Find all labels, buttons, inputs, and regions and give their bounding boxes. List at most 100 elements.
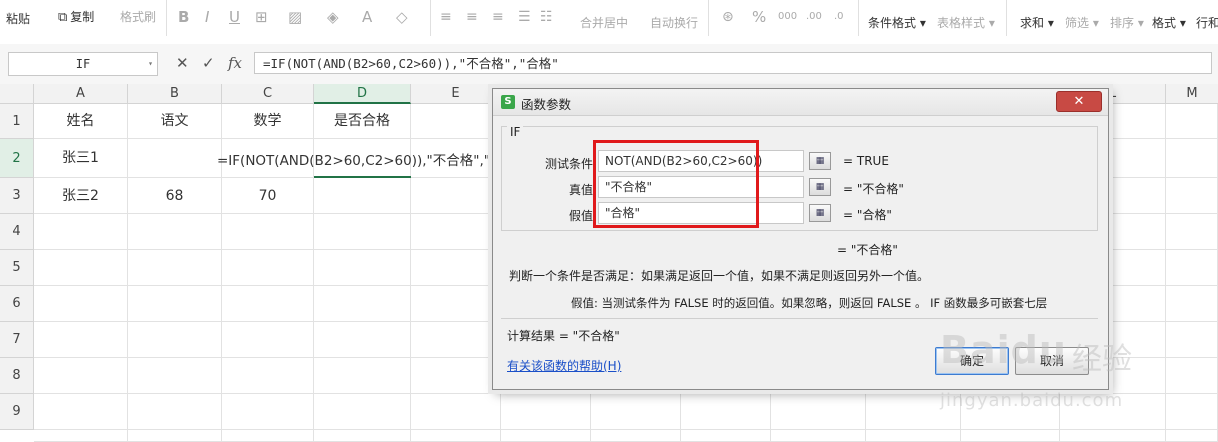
grid-cell[interactable]: [591, 394, 681, 430]
font-color-icon[interactable]: ◈: [327, 6, 339, 28]
grid-cell[interactable]: [222, 250, 314, 286]
grid-cell[interactable]: [314, 214, 411, 250]
grid-cell[interactable]: [314, 430, 411, 442]
text-color-icon[interactable]: A: [362, 6, 372, 28]
percent-button[interactable]: %: [752, 6, 766, 28]
merge-center-button[interactable]: 合并居中: [580, 12, 628, 34]
justify-icon[interactable]: ☰: [518, 6, 531, 28]
cell-c1[interactable]: 数学: [222, 104, 314, 139]
cell-b1[interactable]: 语文: [128, 104, 222, 139]
filter-button[interactable]: 筛选 ▾: [1065, 12, 1099, 34]
column-header-e[interactable]: E: [411, 84, 501, 104]
help-link[interactable]: 有关该函数的帮助(H): [507, 357, 621, 374]
name-box[interactable]: IF ▾: [8, 52, 158, 76]
grid-cell[interactable]: [128, 139, 222, 178]
grid-cell[interactable]: [1166, 214, 1218, 250]
sort-button[interactable]: 排序 ▾: [1110, 12, 1144, 34]
grid-cell[interactable]: [314, 394, 411, 430]
grid-cell[interactable]: [591, 430, 681, 442]
chevron-down-icon[interactable]: ▾: [148, 53, 153, 75]
grid-cell[interactable]: [411, 394, 501, 430]
decrease-decimal-icon[interactable]: .0: [834, 6, 844, 28]
fill-color-icon[interactable]: ▨: [288, 6, 302, 28]
grid-cell[interactable]: [128, 322, 222, 358]
grid-cell[interactable]: [128, 430, 222, 442]
row-header-1[interactable]: 1: [0, 104, 34, 139]
grid-cell[interactable]: [501, 430, 591, 442]
underline-button[interactable]: U: [229, 6, 240, 28]
grid-cell[interactable]: [1166, 139, 1218, 178]
cell-a1[interactable]: 姓名: [34, 104, 128, 139]
grid-cell[interactable]: [411, 178, 501, 214]
cell-b3[interactable]: 68: [128, 178, 222, 214]
row-col-button[interactable]: 行和: [1196, 12, 1218, 34]
grid-cell[interactable]: [1166, 430, 1218, 442]
column-header-d[interactable]: D: [314, 84, 411, 104]
align-right-icon[interactable]: ≡: [492, 6, 504, 28]
paste-button[interactable]: 粘贴: [6, 8, 30, 30]
grid-cell[interactable]: [222, 394, 314, 430]
grid-cell[interactable]: [681, 394, 771, 430]
grid-cell[interactable]: [314, 178, 411, 214]
grid-cell[interactable]: [1166, 286, 1218, 322]
grid-cell[interactable]: [34, 394, 128, 430]
grid-cell[interactable]: [501, 394, 591, 430]
grid-cell[interactable]: [34, 322, 128, 358]
column-header-c[interactable]: C: [222, 84, 314, 104]
grid-cell[interactable]: [128, 394, 222, 430]
grid-cell[interactable]: [314, 358, 411, 394]
row-header-4[interactable]: 4: [0, 214, 34, 250]
grid-cell[interactable]: [411, 104, 501, 139]
sum-button[interactable]: 求和 ▾: [1020, 12, 1054, 34]
insert-function-icon[interactable]: fx: [228, 54, 242, 72]
row-header-8[interactable]: 8: [0, 358, 34, 394]
column-header-a[interactable]: A: [34, 84, 128, 104]
conditional-format-button[interactable]: 条件格式 ▾: [868, 12, 926, 34]
grid-cell[interactable]: [411, 358, 501, 394]
grid-cell[interactable]: [128, 286, 222, 322]
cell-a3[interactable]: 张三2: [34, 178, 128, 214]
grid-cell[interactable]: [771, 430, 866, 442]
align-center-icon[interactable]: ≡: [466, 6, 478, 28]
grid-cell[interactable]: [411, 322, 501, 358]
grid-cell[interactable]: [1166, 322, 1218, 358]
select-all-corner[interactable]: [0, 84, 34, 104]
grid-cell[interactable]: [34, 358, 128, 394]
grid-cell[interactable]: [411, 430, 501, 442]
copy-button[interactable]: ⧉ 复制: [58, 6, 94, 28]
dialog-titlebar[interactable]: S 函数参数 ✕: [493, 89, 1108, 116]
column-header-b[interactable]: B: [128, 84, 222, 104]
grid-cell[interactable]: [314, 286, 411, 322]
grid-cell[interactable]: [681, 430, 771, 442]
confirm-icon[interactable]: ✓: [202, 54, 215, 72]
grid-cell[interactable]: [411, 286, 501, 322]
grid-cell[interactable]: [128, 214, 222, 250]
grid-cell[interactable]: [1166, 104, 1218, 139]
grid-cell[interactable]: [34, 430, 128, 442]
increase-decimal-icon[interactable]: .00: [806, 6, 822, 28]
grid-cell[interactable]: [222, 358, 314, 394]
grid-cell[interactable]: [128, 358, 222, 394]
grid-cell[interactable]: [1166, 250, 1218, 286]
grid-cell[interactable]: [314, 322, 411, 358]
wrap-text-button[interactable]: 自动换行: [650, 12, 698, 34]
range-select-icon[interactable]: ▦: [809, 152, 831, 170]
currency-icon[interactable]: ⊛: [722, 6, 734, 28]
range-select-icon[interactable]: ▦: [809, 178, 831, 196]
bold-button[interactable]: B: [178, 6, 189, 28]
grid-cell[interactable]: [34, 214, 128, 250]
row-header-7[interactable]: 7: [0, 322, 34, 358]
cancel-icon[interactable]: ✕: [176, 54, 189, 72]
grid-cell[interactable]: [222, 214, 314, 250]
align-left-icon[interactable]: ≡: [440, 6, 452, 28]
border-icon[interactable]: ⊞: [255, 6, 268, 28]
grid-cell[interactable]: [411, 250, 501, 286]
formula-input[interactable]: =IF(NOT(AND(B2>60,C2>60)),"不合格","合格": [254, 52, 1212, 74]
range-select-icon[interactable]: ▦: [809, 204, 831, 222]
grid-cell[interactable]: [1166, 358, 1218, 394]
row-header-6[interactable]: 6: [0, 286, 34, 322]
table-style-button[interactable]: 表格样式 ▾: [937, 12, 995, 34]
grid-cell[interactable]: [34, 286, 128, 322]
cell-c3[interactable]: 70: [222, 178, 314, 214]
format-button[interactable]: 格式 ▾: [1152, 12, 1186, 34]
